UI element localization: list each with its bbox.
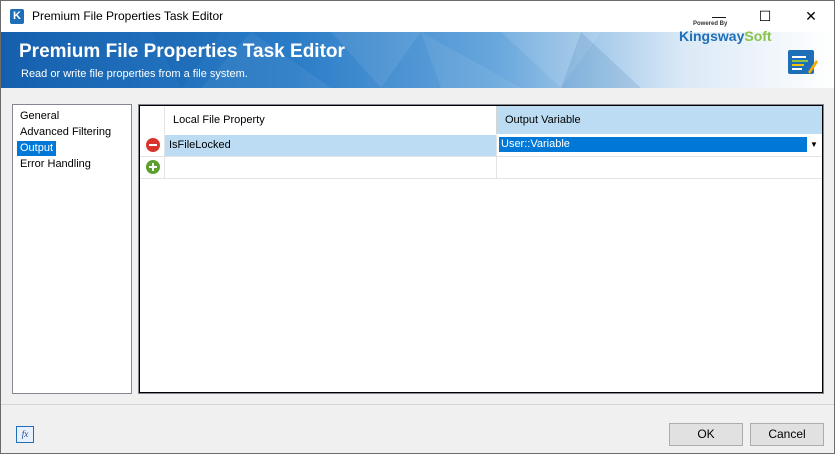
app-k-icon: K bbox=[10, 9, 24, 24]
brand-name: KingswaySoft bbox=[679, 28, 772, 44]
kingswaysoft-product-icon bbox=[788, 50, 818, 74]
nav-item-advanced-filtering[interactable]: Advanced Filtering bbox=[17, 125, 114, 140]
add-row-icon[interactable] bbox=[146, 160, 160, 174]
table-row[interactable]: IsFileLocked User::Variable ▼ bbox=[140, 135, 822, 157]
output-variable-cell[interactable] bbox=[497, 157, 822, 178]
kingswaysoft-logo: Powered By KingswaySoft bbox=[679, 21, 772, 47]
close-button[interactable]: ✕ bbox=[788, 1, 834, 32]
banner-subtitle: Read or write file properties from a fil… bbox=[21, 68, 248, 80]
column-header-local-file-property[interactable]: Local File Property bbox=[165, 106, 497, 134]
column-header-label: Output Variable bbox=[505, 114, 581, 126]
banner-title: Premium File Properties Task Editor bbox=[19, 41, 345, 62]
brand-powered-by: Powered By bbox=[693, 21, 728, 27]
nav-item-output[interactable]: Output bbox=[17, 141, 57, 156]
grid-header: Local File Property Output Variable bbox=[140, 106, 822, 134]
table-row-new[interactable] bbox=[140, 157, 822, 179]
cancel-button[interactable]: Cancel bbox=[750, 423, 824, 446]
local-file-property-cell[interactable] bbox=[165, 157, 497, 178]
dropdown-arrow-icon[interactable]: ▼ bbox=[808, 137, 820, 152]
footer-separator bbox=[1, 404, 834, 405]
output-mapping-grid: Local File Property Output Variable IsFi… bbox=[138, 104, 824, 394]
row-header-cell bbox=[140, 135, 165, 156]
local-file-property-value: IsFileLocked bbox=[169, 139, 231, 151]
row-header-cell bbox=[140, 157, 165, 178]
output-variable-cell[interactable]: User::Variable ▼ bbox=[497, 135, 822, 156]
dialog-window: K Premium File Properties Task Editor — … bbox=[0, 0, 835, 454]
ok-button[interactable]: OK bbox=[669, 423, 743, 446]
nav-item-error-handling[interactable]: Error Handling bbox=[17, 157, 94, 172]
expression-fx-icon[interactable]: fx bbox=[16, 426, 34, 443]
navigation-list: General Advanced Filtering Output Error … bbox=[12, 104, 132, 394]
remove-row-icon[interactable] bbox=[146, 138, 160, 152]
column-header-label: Local File Property bbox=[173, 114, 265, 126]
window-title: Premium File Properties Task Editor bbox=[32, 9, 224, 23]
row-header-column bbox=[140, 106, 165, 134]
nav-item-general[interactable]: General bbox=[17, 109, 62, 124]
output-variable-combo[interactable]: User::Variable bbox=[499, 137, 807, 152]
local-file-property-cell[interactable]: IsFileLocked bbox=[165, 135, 497, 156]
column-header-output-variable[interactable]: Output Variable bbox=[497, 106, 822, 134]
